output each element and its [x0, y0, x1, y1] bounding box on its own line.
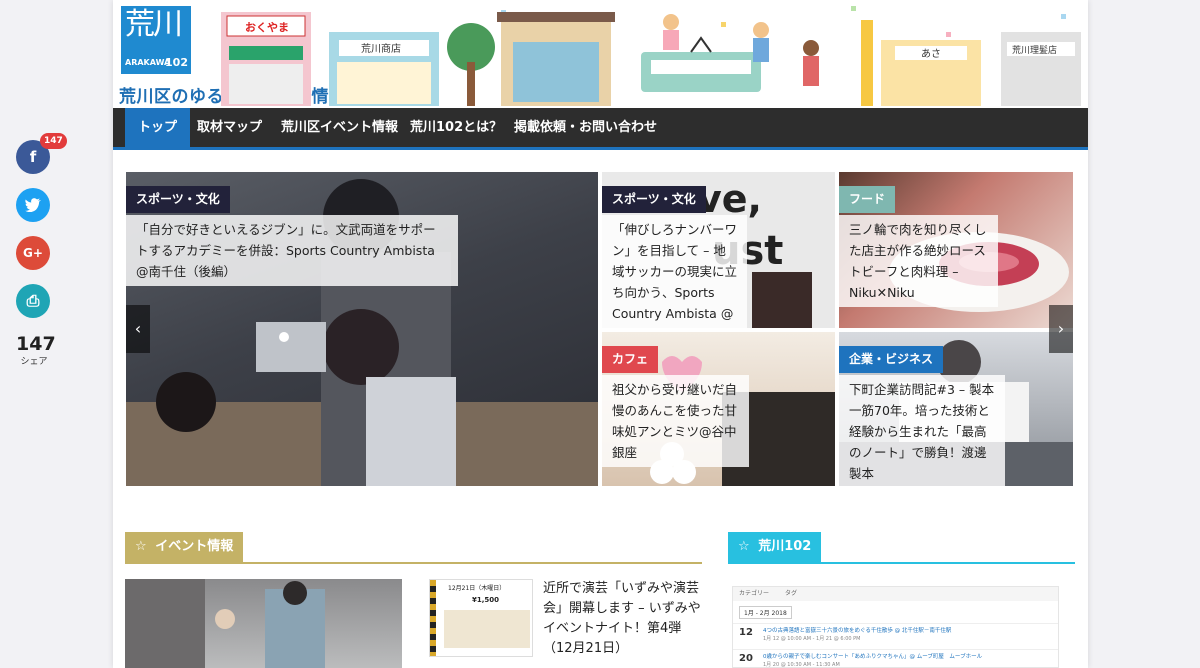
flyer-date: 12月21日（木曜日） [448, 585, 506, 592]
slide-large[interactable]: スポーツ・文化 「自分で好きといえるジブン」に。文武両道をサポートするアカデミー… [126, 172, 598, 486]
slide-cafe[interactable]: カフェ 祖父から受け継いだ自慢のあんこを使った甘味処アンとミツ@谷中銀座 [602, 332, 835, 486]
twitter-icon [25, 198, 41, 216]
logo-number: 102 [165, 56, 188, 69]
arakawa102-heading: 荒川102 [758, 539, 812, 554]
slide-category[interactable]: スポーツ・文化 [602, 186, 706, 213]
slide-title[interactable]: 下町企業訪問記#3 – 製本一筋70年。培った技術と経験から生まれた「最高のノー… [839, 375, 1005, 486]
calendar-toolbar: カテゴリー タグ [733, 587, 1058, 601]
calendar-filter-category[interactable]: カテゴリー [739, 590, 769, 597]
flyer-portraits [444, 610, 530, 648]
slide-soccer[interactable]: ve, ust スポーツ・文化 「伸びしろナンバーワン」を目指して – 地域サッ… [602, 172, 835, 328]
event-calendar-widget: カテゴリー タグ 1月 - 2月 2018 12 4つの古典落語と富嶽三十六景の… [732, 586, 1059, 668]
calendar-row[interactable]: 20 0歳からの親子で楽しむコンサート「あめふりクマちゃん」@ ムーブ町屋 ムー… [733, 649, 1058, 668]
slide-business[interactable]: 企業・ビジネス 下町企業訪問記#3 – 製本一筋70年。培った技術と経験から生ま… [839, 332, 1073, 486]
nav-item-top[interactable]: トップ [125, 108, 191, 147]
flyer-stripe [430, 580, 436, 656]
site-header: 荒川 ARAKAWA 102 荒川区のゆる系ローカル情報マガジン おくやま 荒川… [113, 0, 1088, 108]
calendar-row-date: 20 [739, 653, 753, 664]
event-photo-performers [125, 579, 325, 668]
slide-category[interactable]: フード [839, 186, 896, 213]
calendar-row[interactable]: 12 4つの古典落語と富嶽三十六景の旅をめぐる千住散歩 @ 北千住駅－南千住駅 … [733, 623, 1058, 645]
calendar-row-time: 1月 12 @ 10:00 AM - 1月 21 @ 6:00 PM [763, 636, 861, 642]
main-nav: トップ 取材マップ 荒川区イベント情報 荒川102とは？ 掲載依頼・お問い合わせ [113, 108, 1088, 150]
share-count: 147 [16, 333, 56, 355]
slide-title[interactable]: 「伸びしろナンバーワン」を目指して – 地域サッカーの現実に立ち向かう、Spor… [602, 215, 747, 328]
nav-item-about[interactable]: 荒川102とは？ [397, 108, 515, 147]
slide-title[interactable]: 祖父から受け継いだ自慢のあんこを使った甘味処アンとミツ@谷中銀座 [602, 375, 749, 467]
calendar-range[interactable]: 1月 - 2月 2018 [739, 606, 792, 619]
shop-sign-okuyama: おくやま [245, 21, 289, 34]
featured-slider: スポーツ・文化 「自分で好きといえるジブン」に。文武両道をサポートするアカデミー… [126, 172, 1073, 486]
slider-next-button[interactable]: › [1049, 305, 1073, 353]
logo-kanji: 荒川 [125, 7, 183, 42]
shop-sign-asa: あさ [921, 48, 941, 60]
google-plus-icon: G+ [23, 246, 43, 260]
event-post-title[interactable]: 近所で演芸「いずみや演芸会」開幕します – いずみやイベントナイト！第4弾（12… [543, 579, 703, 659]
flyer-price: ¥1,500 [472, 596, 500, 604]
slide-title[interactable]: 「自分で好きといえるジブン」に。文武両道をサポートするアカデミーを併設：Spor… [126, 215, 458, 286]
nav-item-events[interactable]: 荒川区イベント情報 [268, 108, 411, 147]
page-container: 荒川 ARAKAWA 102 荒川区のゆる系ローカル情報マガジン おくやま 荒川… [113, 0, 1088, 668]
events-section-label: ☆ イベント情報 [125, 532, 244, 562]
slide-category[interactable]: 企業・ビジネス [839, 346, 944, 373]
google-plus-share-button[interactable]: G+ [16, 236, 50, 270]
arakawa102-section-header: ☆ 荒川102 [728, 532, 1075, 564]
event-photo[interactable] [125, 579, 402, 668]
slide-category[interactable]: スポーツ・文化 [126, 186, 230, 213]
site-logo[interactable]: 荒川 ARAKAWA 102 [121, 6, 191, 74]
chevron-right-icon: › [1057, 319, 1065, 338]
calendar-row-time: 1月 20 @ 10:30 AM - 11:30 AM [763, 662, 840, 668]
arakawa102-section-label: ☆ 荒川102 [728, 532, 822, 562]
nav-item-contact[interactable]: 掲載依頼・お問い合わせ [501, 108, 670, 147]
slider-prev-button[interactable]: ‹ [126, 305, 150, 353]
star-icon: ☆ [135, 539, 147, 554]
logo-sub: ARAKAWA [125, 58, 171, 67]
events-heading: イベント情報 [155, 539, 234, 554]
calendar-row-title: 0歳からの親子で楽しむコンサート「あめふりクマちゃん」@ ムーブ町屋 ムーブホー… [763, 654, 983, 660]
street-illustration: おくやま 荒川商店 あさ 荒川理髪店 [221, 6, 1081, 106]
calendar-filter-tag[interactable]: タグ [785, 590, 797, 597]
events-section-underline [125, 562, 702, 564]
shop-sign-barber: 荒川理髪店 [1012, 44, 1057, 56]
event-flyer[interactable]: 12月21日（木曜日） ¥1,500 [429, 579, 533, 657]
calendar-row-date: 12 [739, 627, 753, 638]
star-icon: ☆ [738, 539, 750, 554]
slide-category[interactable]: カフェ [602, 346, 659, 373]
slide-title[interactable]: 三ノ輪で肉を知り尽くした店主が作る絶妙ローストビーフと肉料理 – Niku✕Ni… [839, 215, 998, 307]
facebook-icon: f [29, 148, 37, 166]
print-icon: ⎙ [26, 291, 40, 310]
slide-food[interactable]: フード 三ノ輪で肉を知り尽くした店主が作る絶妙ローストビーフと肉料理 – Nik… [839, 172, 1073, 328]
twitter-share-button[interactable] [16, 188, 50, 222]
print-button[interactable]: ⎙ [16, 284, 50, 318]
share-count-label: シェア [20, 357, 48, 367]
arakawa102-section-underline [728, 562, 1075, 564]
shop-sign-arakawa: 荒川商店 [361, 42, 401, 55]
nav-item-map[interactable]: 取材マップ [184, 108, 275, 147]
chevron-left-icon: ‹ [134, 319, 142, 338]
events-section-header: ☆ イベント情報 [125, 532, 702, 564]
calendar-row-title: 4つの古典落語と富嶽三十六景の旅をめぐる千住散歩 @ 北千住駅－南千住駅 [763, 628, 952, 634]
share-count-badge: 147 [40, 133, 67, 149]
